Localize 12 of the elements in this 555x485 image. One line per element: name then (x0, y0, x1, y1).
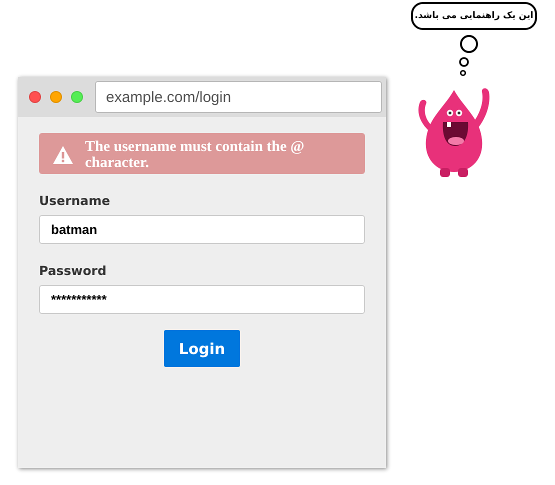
window-control[interactable] (50, 91, 62, 103)
input-field[interactable]: batman (39, 215, 365, 244)
window-control[interactable] (29, 91, 41, 103)
window-control[interactable] (71, 91, 83, 103)
field-label: Username (39, 193, 112, 208)
login-button[interactable]: Login (164, 330, 240, 367)
error-message: The username must contain the @ character. (85, 139, 306, 171)
warning-icon (53, 146, 73, 164)
speech-bubble: این یک راهنمایی می باشد. (411, 2, 537, 30)
address-bar[interactable]: example.com/login (95, 81, 382, 113)
field-label: Password (39, 263, 108, 278)
input-field[interactable]: *********** (39, 285, 365, 314)
